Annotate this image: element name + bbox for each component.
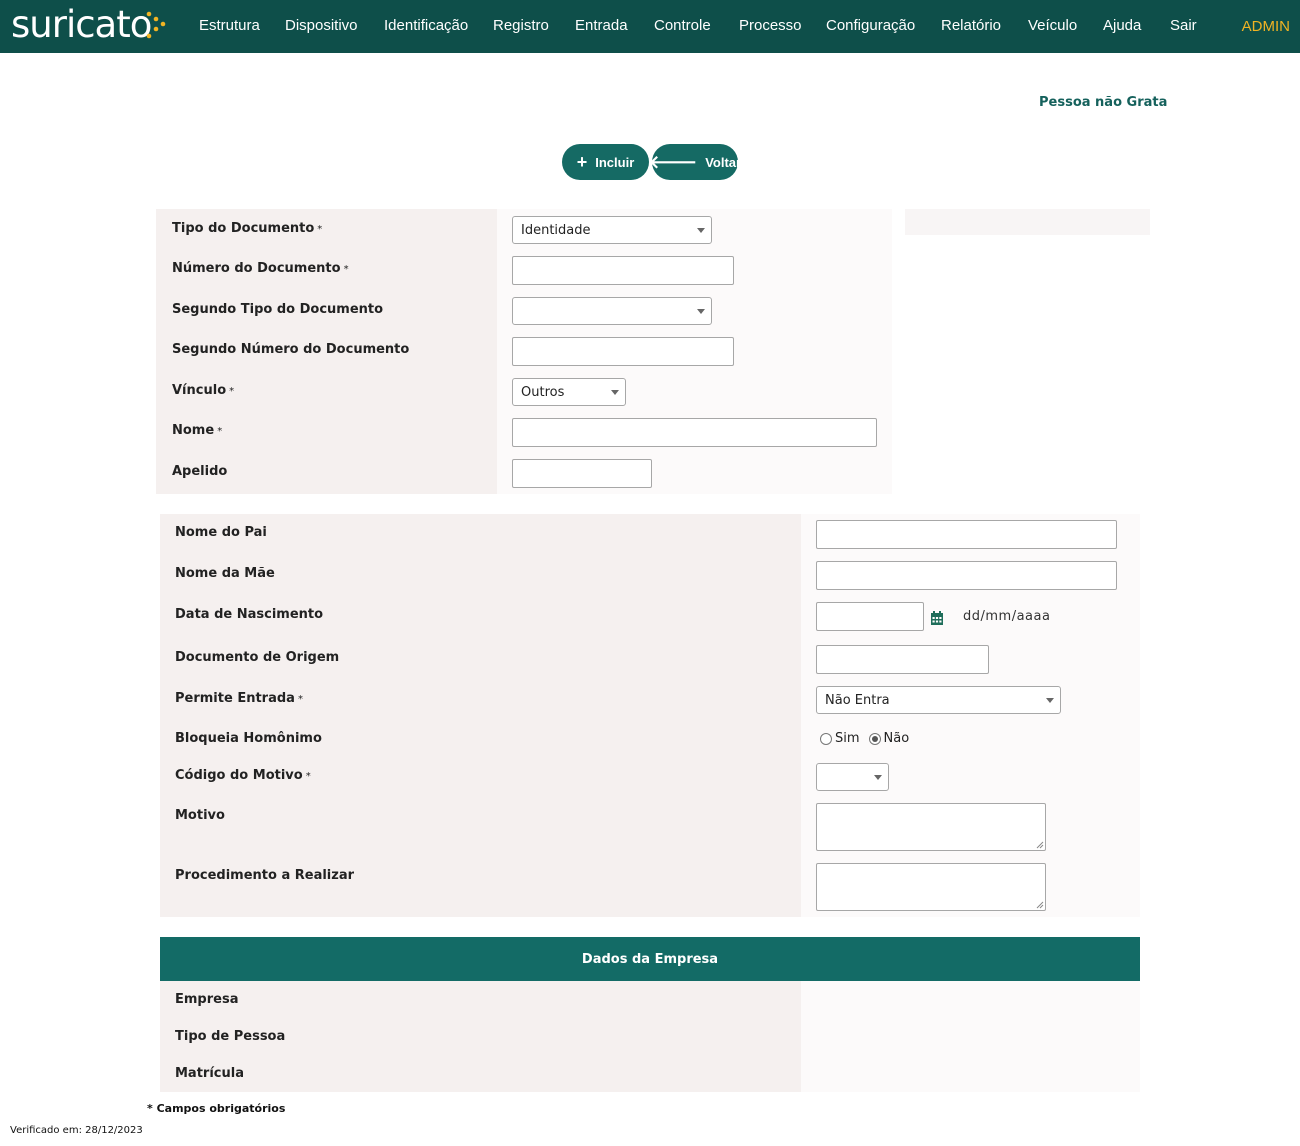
label-procedimento: Procedimento a Realizar	[175, 868, 355, 883]
codigo-motivo-select[interactable]	[816, 763, 889, 791]
label-matricula: Matrícula	[175, 1066, 244, 1081]
empresa-field-column	[801, 981, 1140, 1092]
plus-icon: +	[576, 152, 588, 172]
label-motivo: Motivo	[175, 808, 225, 823]
chevron-down-icon	[697, 309, 705, 314]
label-bloqueia-homonimo: Bloqueia Homônimo	[175, 731, 322, 746]
label-documento-origem: Documento de Origem	[175, 650, 340, 665]
verified-date: Verificado em: 28/12/2023	[10, 1125, 143, 1136]
include-button[interactable]: + Incluir	[562, 144, 649, 180]
section-header-empresa: Dados da Empresa	[160, 937, 1140, 981]
nav-veiculo[interactable]: Veículo	[1028, 17, 1077, 34]
motivo-textarea[interactable]	[816, 803, 1046, 851]
resize-grip-icon[interactable]	[1036, 901, 1044, 909]
label-nome-mae: Nome da Mãe	[175, 566, 275, 581]
label-segundo-tipo: Segundo Tipo do Documento	[172, 302, 384, 317]
label-empresa: Empresa	[175, 992, 239, 1007]
label-numero-documento: Número do Documento *	[172, 261, 349, 276]
resize-grip-icon[interactable]	[1036, 841, 1044, 849]
nav-registro[interactable]: Registro	[493, 17, 549, 34]
label-data-nascimento: Data de Nascimento	[175, 607, 324, 622]
procedimento-textarea[interactable]	[816, 863, 1046, 911]
permite-entrada-select[interactable]: Não Entra	[816, 686, 1061, 714]
date-format-hint: dd/mm/aaaa	[963, 609, 1051, 624]
page-title: Pessoa não Grata	[1039, 95, 1168, 110]
nav-identificacao[interactable]: Identificação	[384, 17, 468, 34]
data-nascimento-input[interactable]	[816, 602, 924, 631]
chevron-down-icon	[697, 228, 705, 233]
label-vinculo: Vínculo *	[172, 383, 235, 398]
tipo-documento-select[interactable]: Identidade	[512, 216, 712, 244]
arrow-left-icon: 🡐	[648, 152, 698, 172]
label-tipo-documento: Tipo do Documento *	[172, 221, 323, 236]
chevron-down-icon	[611, 390, 619, 395]
label-apelido: Apelido	[172, 464, 228, 479]
segundo-numero-input[interactable]	[512, 337, 734, 366]
nome-input[interactable]	[512, 418, 877, 447]
nav-entrada[interactable]: Entrada	[575, 17, 628, 34]
documento-origem-input[interactable]	[816, 645, 989, 674]
nav-dispositivo[interactable]: Dispositivo	[285, 17, 358, 34]
radio-sim-label: Sim	[835, 731, 860, 746]
nome-mae-input[interactable]	[816, 561, 1117, 590]
form1-side-panel	[905, 209, 1150, 235]
radio-sim[interactable]	[820, 732, 832, 745]
chevron-down-icon	[1046, 698, 1054, 703]
nav-processo[interactable]: Processo	[739, 17, 802, 34]
label-permite-entrada: Permite Entrada *	[175, 691, 303, 706]
radio-nao[interactable]	[868, 732, 881, 745]
nav-controle[interactable]: Controle	[654, 17, 711, 34]
nav-estrutura[interactable]: Estrutura	[199, 17, 260, 34]
radio-nao-label: Não	[883, 731, 910, 746]
nome-pai-input[interactable]	[816, 520, 1117, 549]
vinculo-select[interactable]: Outros	[512, 378, 626, 406]
user-name[interactable]: ADMIN	[1242, 18, 1290, 35]
logo-dots-icon	[146, 11, 166, 39]
bloqueia-homonimo-radios: Sim Não	[820, 731, 909, 746]
nav-ajuda[interactable]: Ajuda	[1103, 17, 1141, 34]
required-note: * Campos obrigatórios	[147, 1102, 286, 1115]
segundo-tipo-select[interactable]	[512, 297, 712, 325]
nav-sair[interactable]: Sair	[1170, 17, 1197, 34]
top-navbar: suricato Estrutura Dispositivo Identific…	[0, 0, 1300, 53]
nav-relatorio[interactable]: Relatório	[941, 17, 1001, 34]
label-nome-pai: Nome do Pai	[175, 525, 267, 540]
app-logo[interactable]: suricato	[11, 2, 152, 48]
chevron-down-icon	[874, 775, 882, 780]
apelido-input[interactable]	[512, 459, 652, 488]
label-nome: Nome *	[172, 423, 223, 438]
label-codigo-motivo: Código do Motivo *	[175, 768, 311, 783]
nav-configuracao[interactable]: Configuração	[826, 17, 915, 34]
back-button[interactable]: 🡐 Voltar	[648, 144, 741, 180]
numero-documento-input[interactable]	[512, 256, 734, 285]
label-tipo-pessoa: Tipo de Pessoa	[175, 1029, 286, 1044]
label-segundo-numero: Segundo Número do Documento	[172, 342, 410, 357]
calendar-icon[interactable]	[930, 611, 944, 626]
